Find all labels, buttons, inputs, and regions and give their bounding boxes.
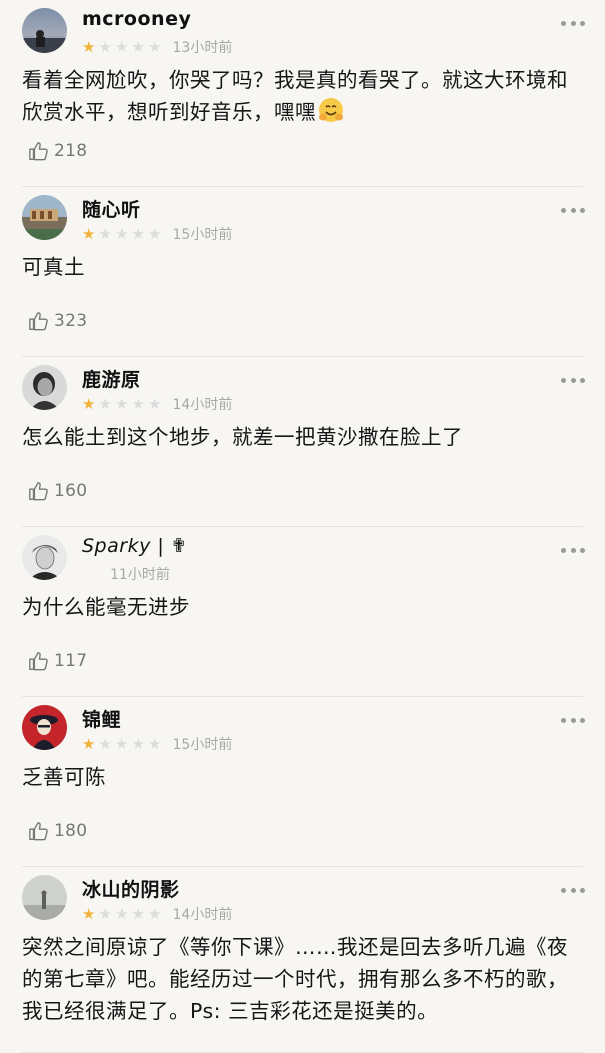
- comment-item: 锦鲤 ★ ★ ★ ★ ★ 15小时前 乏善可陈 180: [22, 697, 585, 867]
- star-filled-icon: ★: [82, 394, 96, 413]
- comment-text: 可真土: [22, 255, 85, 279]
- comment-meta: ★ ★ ★ ★ ★ 15小时前: [82, 735, 232, 753]
- comment-body: 看着全网尬吹，你哭了吗？我是真的看哭了。就这大环境和欣赏水平，想听到好音乐，嘿嘿: [22, 68, 568, 124]
- star-empty-icon: ★: [98, 734, 112, 753]
- timestamp: 14小时前: [172, 397, 233, 413]
- timestamp: 11小时前: [110, 567, 170, 583]
- comment-text: 突然之间原谅了《等你下课》……我还是回去多听几遍《夜的第七章》吧。能经历过一个时…: [22, 935, 568, 1023]
- avatar[interactable]: [22, 705, 67, 750]
- star-empty-icon: ★: [131, 224, 145, 243]
- comment-meta: ★ ★ ★ ★ ★ 14小时前: [82, 905, 232, 923]
- more-dots-icon[interactable]: [561, 207, 585, 213]
- star-empty-icon: ★: [148, 734, 162, 753]
- like-count: 218: [54, 141, 88, 161]
- like-button[interactable]: 180: [28, 820, 87, 842]
- star-filled-icon: ★: [82, 37, 96, 56]
- comment-meta: ★ ★ ★ ★ ★ 13小时前: [82, 38, 232, 56]
- username[interactable]: 随心听: [82, 195, 141, 222]
- star-empty-icon: ★: [148, 224, 162, 243]
- star-empty-icon: ★: [98, 904, 112, 923]
- more-dots-icon[interactable]: [561, 20, 585, 26]
- thumbs-up-icon: [29, 822, 48, 841]
- like-button[interactable]: 160: [28, 480, 87, 502]
- star-filled-icon: ★: [82, 734, 96, 753]
- more-dots-icon[interactable]: [561, 717, 585, 723]
- like-count: 117: [54, 651, 88, 671]
- like-button[interactable]: 323: [28, 310, 87, 332]
- comment-item: Sparky | ✟ 11小时前 为什么能毫无进步 117: [22, 527, 585, 697]
- star-empty-icon: ★: [131, 37, 145, 56]
- star-empty-icon: ★: [98, 224, 112, 243]
- rating-stars: ★ ★ ★ ★ ★: [82, 394, 165, 413]
- star-empty-icon: ★: [115, 394, 129, 413]
- username[interactable]: 冰山的阴影: [82, 875, 180, 902]
- more-dots-icon[interactable]: [561, 547, 585, 553]
- avatar[interactable]: [22, 365, 67, 410]
- comment-text: 为什么能毫无进步: [22, 595, 190, 619]
- star-empty-icon: ★: [115, 37, 129, 56]
- comment-text: 看着全网尬吹，你哭了吗？我是真的看哭了。就这大环境和欣赏水平，想听到好音乐，嘿嘿: [22, 64, 583, 132]
- star-empty-icon: ★: [115, 224, 129, 243]
- username[interactable]: Sparky | ✟: [82, 535, 187, 557]
- timestamp: 15小时前: [172, 737, 233, 753]
- timestamp: 15小时前: [172, 227, 233, 243]
- rating-stars: ★ ★ ★ ★ ★: [82, 904, 165, 923]
- more-dots-icon[interactable]: [561, 887, 585, 893]
- rating-stars: ★ ★ ★ ★ ★: [82, 734, 165, 753]
- comment-meta: 11小时前: [82, 565, 170, 583]
- avatar[interactable]: [22, 535, 67, 580]
- thumbs-up-icon: [29, 482, 48, 501]
- thumbs-up-icon: [29, 652, 48, 671]
- star-empty-icon: ★: [98, 37, 112, 56]
- timestamp: 14小时前: [172, 907, 233, 923]
- star-filled-icon: ★: [82, 904, 96, 923]
- username[interactable]: 锦鲤: [82, 705, 121, 732]
- like-button[interactable]: 218: [28, 140, 87, 162]
- star-empty-icon: ★: [148, 37, 162, 56]
- star-empty-icon: ★: [115, 734, 129, 753]
- star-empty-icon: ★: [148, 904, 162, 923]
- like-count: 323: [54, 311, 88, 331]
- star-empty-icon: ★: [131, 904, 145, 923]
- star-empty-icon: ★: [131, 394, 145, 413]
- comment-text: 乏善可陈: [22, 765, 106, 789]
- avatar[interactable]: [22, 8, 67, 53]
- avatar[interactable]: [22, 195, 67, 240]
- like-count: 180: [54, 821, 88, 841]
- thumbs-up-icon: [29, 312, 48, 331]
- more-dots-icon[interactable]: [561, 377, 585, 383]
- hugging-face-emoji-icon: [318, 97, 344, 132]
- star-empty-icon: ★: [131, 734, 145, 753]
- comment-item: mcrooney ★ ★ ★ ★ ★ 13小时前 看着全网尬吹，你哭了吗？我是真…: [22, 0, 585, 187]
- like-button[interactable]: 117: [28, 650, 87, 672]
- username[interactable]: mcrooney: [82, 8, 191, 30]
- rating-stars: ★ ★ ★ ★ ★: [82, 224, 165, 243]
- comment-item: 鹿游原 ★ ★ ★ ★ ★ 14小时前 怎么能土到这个地步，就差一把黄沙撒在脸上…: [22, 357, 585, 527]
- comment-item: 随心听 ★ ★ ★ ★ ★ 15小时前 可真土 323: [22, 187, 585, 357]
- avatar[interactable]: [22, 875, 67, 920]
- like-count: 160: [54, 481, 88, 501]
- star-empty-icon: ★: [98, 394, 112, 413]
- star-empty-icon: ★: [148, 394, 162, 413]
- star-filled-icon: ★: [82, 224, 96, 243]
- comment-meta: ★ ★ ★ ★ ★ 15小时前: [82, 225, 232, 243]
- star-empty-icon: ★: [115, 904, 129, 923]
- rating-stars: ★ ★ ★ ★ ★: [82, 37, 165, 56]
- username[interactable]: 鹿游原: [82, 365, 141, 392]
- thumbs-up-icon: [29, 142, 48, 161]
- comment-meta: ★ ★ ★ ★ ★ 14小时前: [82, 395, 232, 413]
- comment-item: 冰山的阴影 ★ ★ ★ ★ ★ 14小时前 突然之间原谅了《等你下课》……我还是…: [22, 867, 585, 1053]
- timestamp: 13小时前: [172, 40, 233, 56]
- comment-text: 怎么能土到这个地步，就差一把黄沙撒在脸上了: [22, 425, 463, 449]
